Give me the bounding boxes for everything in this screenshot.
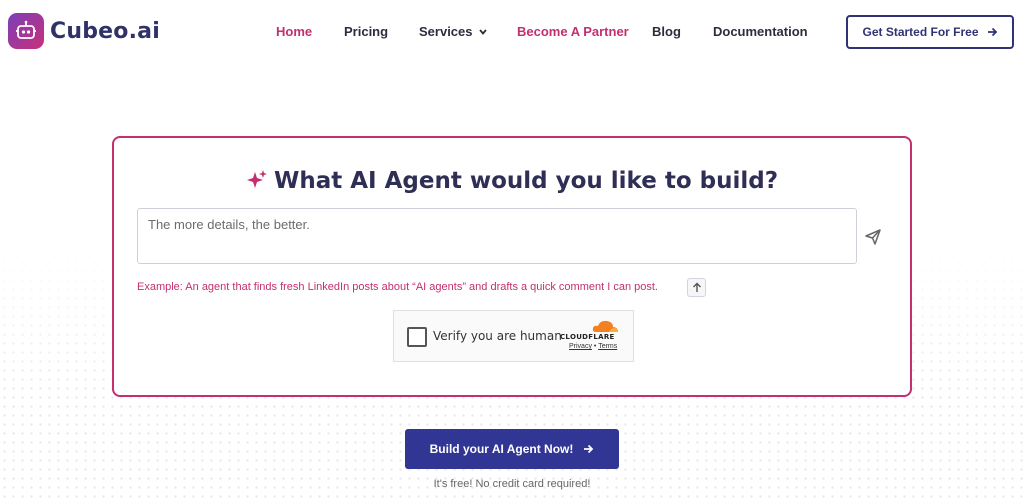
privacy-link[interactable]: Privacy [569,343,592,350]
free-note: It's free! No credit card required! [433,478,591,490]
arrow-up-icon[interactable] [687,278,706,297]
get-started-button[interactable]: Get Started For Free [846,15,1014,49]
nav-blog[interactable]: Blog [652,24,681,39]
cloudflare-links: Privacy • Terms [569,343,617,350]
brand-logo[interactable]: Cubeo.ai [8,13,160,49]
agent-builder-card: What AI Agent would you like to build? E… [112,136,912,397]
terms-link[interactable]: Terms [598,343,617,350]
link-separator: • [593,343,597,350]
nav-documentation[interactable]: Documentation [713,24,808,39]
nav-pricing[interactable]: Pricing [344,24,388,39]
nav-become-partner[interactable]: Become A Partner [517,24,629,39]
chevron-down-icon [478,29,487,35]
robot-logo-icon [8,13,44,49]
arrow-right-icon [987,27,997,37]
captcha-widget: Verify you are human CLOUDFLARE Privacy … [393,310,634,362]
site-header: Cubeo.ai Home Pricing Services Become A … [0,0,1024,64]
nav-home[interactable]: Home [276,24,312,39]
captcha-checkbox[interactable] [407,327,427,347]
nav-services-label: Services [419,24,473,39]
build-agent-label: Build your AI Agent Now! [429,442,574,456]
arrow-right-icon [584,444,594,454]
get-started-label: Get Started For Free [862,25,979,39]
builder-title-text: What AI Agent would you like to build? [273,168,779,194]
cloudflare-wordmark: CLOUDFLARE [560,333,615,341]
cloudflare-icon [592,320,618,332]
nav-services[interactable]: Services [419,24,487,39]
build-agent-button[interactable]: Build your AI Agent Now! [405,429,619,469]
send-icon[interactable] [864,228,884,248]
example-text: Example: An agent that finds fresh Linke… [137,281,658,293]
sparkle-icon [246,170,267,188]
agent-prompt-input[interactable] [137,208,857,264]
captcha-label: Verify you are human [433,329,562,343]
builder-title: What AI Agent would you like to build? [114,168,910,194]
brand-name: Cubeo.ai [50,18,160,44]
